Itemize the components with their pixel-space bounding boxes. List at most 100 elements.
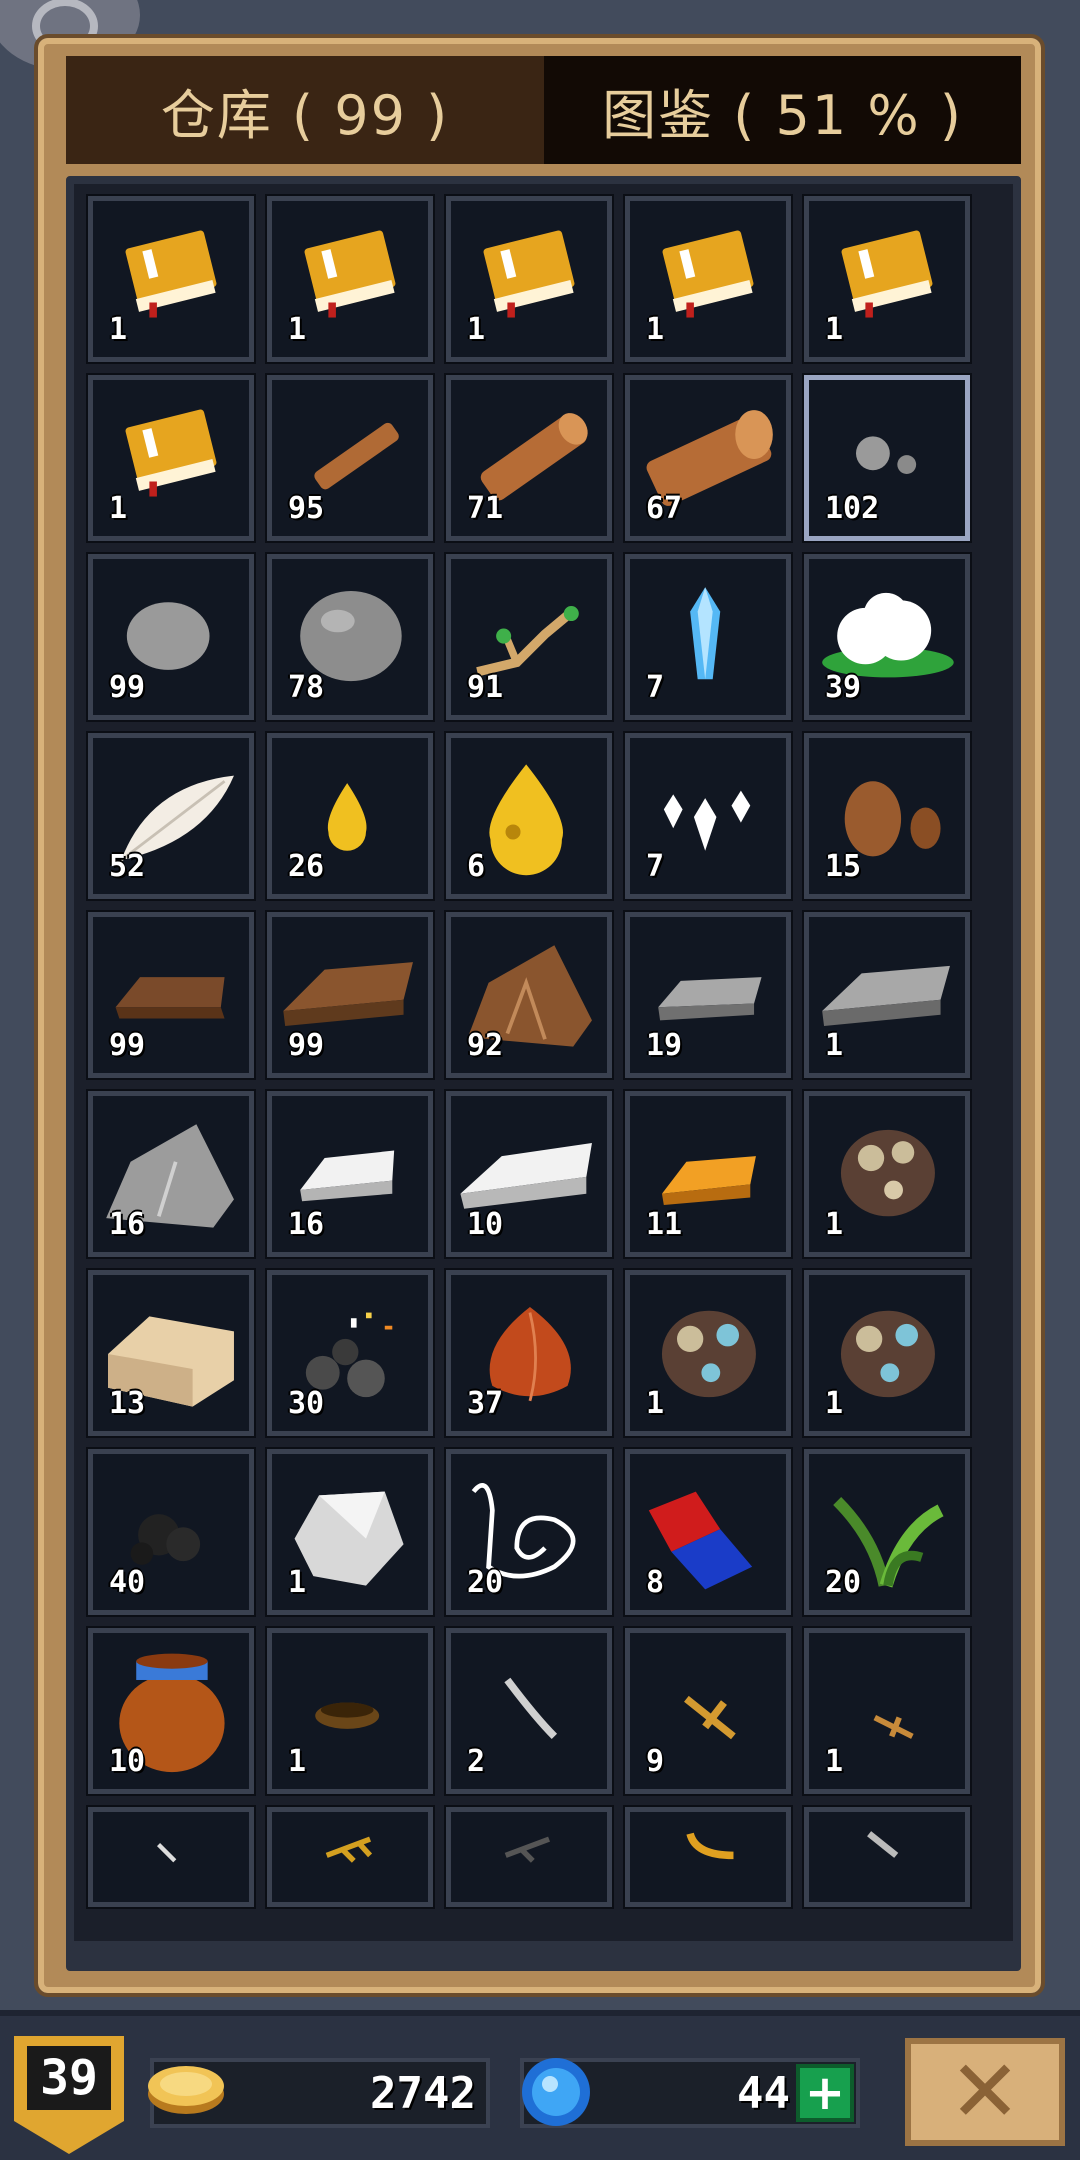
item-slot[interactable] [623,1805,793,1909]
item-count: 2 [467,1744,486,1779]
item-slot[interactable]: 16 [86,1089,256,1259]
item-slot[interactable]: 10 [444,1089,614,1259]
gem-value: 44 [737,2068,790,2119]
item-slot[interactable]: 1 [265,194,435,364]
item-grid-panel[interactable]: 1 1 1 1 1 1 95 71 67 102 99 78 91 7 39 52 26 6 7 15 99 99 92 19… [66,176,1021,1971]
item-count: 26 [288,849,325,884]
item-slot[interactable] [444,1805,614,1909]
item-slot[interactable]: 1 [802,1268,972,1438]
item-count: 99 [288,1028,325,1063]
gem-counter: 44 + [520,2058,860,2128]
close-button[interactable]: ✕ [905,2038,1065,2146]
item-slot[interactable]: 19 [623,910,793,1080]
item-slot[interactable]: 1 [444,194,614,364]
item-slot[interactable]: 1 [86,194,256,364]
item-slot[interactable]: 20 [802,1447,972,1617]
item-slot[interactable]: 95 [265,373,435,543]
bottom-status-bar: 39 2742 44 + ✕ [0,2010,1080,2160]
blade-icon [867,1831,899,1858]
item-slot[interactable]: 6 [444,731,614,901]
item-slot[interactable]: 1 [623,194,793,364]
item-count: 6 [467,849,486,884]
item-slot[interactable]: 26 [265,731,435,901]
item-count: 1 [646,312,665,347]
item-count: 67 [646,491,683,526]
item-count: 13 [109,1386,146,1421]
item-slot[interactable]: 99 [86,552,256,722]
level-badge[interactable]: 39 [14,2036,124,2154]
item-count: 9 [646,1744,665,1779]
panel-bottom-edge [74,1941,1013,1963]
item-slot[interactable]: 7 [623,731,793,901]
item-slot[interactable]: 40 [86,1447,256,1617]
item-slot[interactable]: 1 [802,1626,972,1796]
item-count: 7 [646,670,665,705]
item-slot[interactable]: 15 [802,731,972,901]
item-slot[interactable]: 13 [86,1268,256,1438]
item-slot[interactable]: 99 [265,910,435,1080]
item-count: 92 [467,1028,504,1063]
item-slot[interactable]: 37 [444,1268,614,1438]
item-count: 1 [288,1744,307,1779]
item-slot[interactable]: 102 [802,373,972,543]
dark-branch-icon [504,1836,551,1863]
item-slot[interactable] [265,1805,435,1909]
item-slot[interactable]: 9 [623,1626,793,1796]
item-count: 10 [467,1207,504,1242]
item-count: 1 [825,312,844,347]
item-count: 10 [109,1744,146,1779]
item-slot[interactable]: 91 [444,552,614,722]
item-count: 16 [109,1207,146,1242]
item-slot[interactable]: 10 [86,1626,256,1796]
item-count: 1 [825,1028,844,1063]
item-count: 95 [288,491,325,526]
item-count: 1 [288,1565,307,1600]
item-slot[interactable]: 11 [623,1089,793,1259]
item-count: 1 [646,1386,665,1421]
item-slot[interactable]: 78 [265,552,435,722]
item-slot[interactable]: 39 [802,552,972,722]
item-count: 20 [467,1565,504,1600]
tab-bar: 仓库 ( 99 ) 图鉴 ( 51 % ) [66,56,1021,164]
tab-warehouse[interactable]: 仓库 ( 99 ) [66,56,544,164]
item-slot[interactable]: 71 [444,373,614,543]
add-gems-button[interactable]: + [796,2064,854,2122]
item-slot[interactable]: 1 [265,1447,435,1617]
item-slot[interactable]: 1 [802,1089,972,1259]
item-slot[interactable]: 92 [444,910,614,1080]
item-count: 7 [646,849,665,884]
item-count: 15 [825,849,862,884]
item-slot[interactable]: 16 [265,1089,435,1259]
item-count: 1 [109,491,128,526]
item-count: 19 [646,1028,683,1063]
item-slot[interactable]: 1 [265,1626,435,1796]
item-count: 52 [109,849,146,884]
item-slot[interactable]: 1 [86,373,256,543]
item-slot[interactable]: 52 [86,731,256,901]
item-count: 37 [467,1386,504,1421]
item-count: 1 [288,312,307,347]
item-slot[interactable]: 2 [444,1626,614,1796]
tab-codex-label: 图鉴 ( 51 % ) [602,83,963,147]
item-slot[interactable]: 1 [802,194,972,364]
item-grid: 1 1 1 1 1 1 95 71 67 102 99 78 91 7 39 52 26 6 7 15 99 99 92 19… [86,194,998,1963]
item-slot[interactable] [802,1805,972,1909]
item-slot[interactable] [86,1805,256,1909]
item-slot[interactable]: 1 [623,1268,793,1438]
item-slot[interactable]: 7 [623,552,793,722]
item-slot[interactable]: 20 [444,1447,614,1617]
item-count: 39 [825,670,862,705]
item-slot[interactable]: 8 [623,1447,793,1617]
item-count: 1 [109,312,128,347]
item-slot[interactable]: 1 [802,910,972,1080]
item-slot[interactable]: 67 [623,373,793,543]
item-slot[interactable]: 99 [86,910,256,1080]
item-slot[interactable]: 30 [265,1268,435,1438]
tab-warehouse-label: 仓库 ( 99 ) [160,83,450,147]
bone-icon [156,1842,177,1863]
boomerang-icon [686,1832,734,1860]
tab-codex[interactable]: 图鉴 ( 51 % ) [544,56,1021,164]
item-count: 99 [109,670,146,705]
golden-branch-icon [325,1836,373,1863]
item-count: 1 [825,1207,844,1242]
